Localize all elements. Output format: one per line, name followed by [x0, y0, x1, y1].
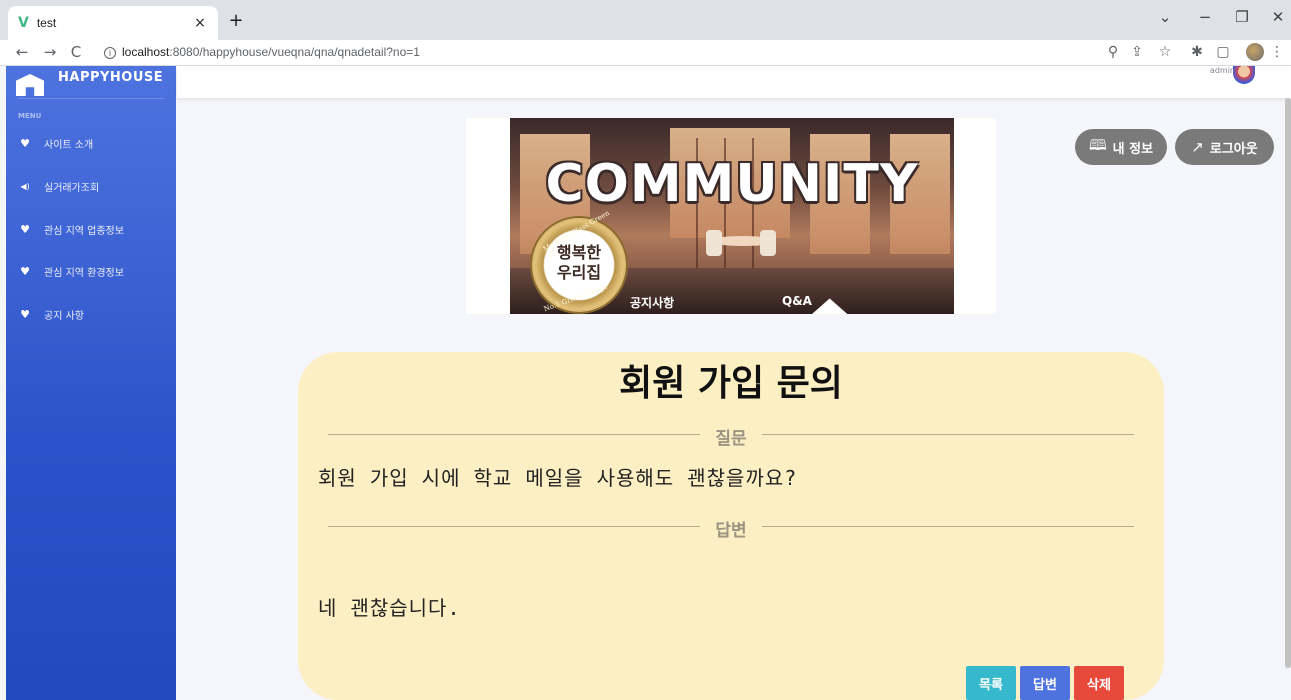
- sidebar-divider: [18, 98, 164, 99]
- sidebar-item-label: 사이트 소개: [44, 140, 94, 151]
- question-divider: 질문: [328, 424, 1134, 449]
- sidebar: HAPPYHOUSE MENU ♥ 사이트 소개 ◀) 실거래가조회 ♥ 관심 …: [6, 66, 176, 700]
- tab-close-icon[interactable]: ×: [192, 15, 208, 31]
- heart-icon: ♥: [20, 308, 30, 321]
- community-banner: COMMUNITY My First Class Green Village 행…: [466, 118, 996, 314]
- url-field[interactable]: i localhost:8080/happyhouse/vueqna/qna/qn…: [104, 45, 420, 59]
- browser-tab[interactable]: V test ×: [8, 6, 218, 40]
- divider-line: [762, 526, 1134, 527]
- back-button[interactable]: ←: [12, 43, 32, 61]
- top-navbar: admin: [177, 66, 1291, 98]
- new-tab-button[interactable]: +: [226, 10, 246, 31]
- divider-line: [762, 434, 1134, 435]
- banner-image: COMMUNITY My First Class Green Village 행…: [510, 118, 954, 314]
- sidebar-item-notice[interactable]: ♥ 공지 사항: [18, 307, 84, 322]
- browser-menu-icon[interactable]: ⋮: [1268, 44, 1286, 60]
- restore-button[interactable]: ❐: [1232, 8, 1252, 26]
- heart-icon: ♥: [20, 223, 30, 236]
- my-info-button[interactable]: 🕮 내 정보: [1075, 129, 1167, 165]
- site-info-icon[interactable]: i: [104, 47, 116, 59]
- answer-text: 네 괜찮습니다.: [318, 596, 461, 620]
- list-button[interactable]: 목록: [966, 666, 1016, 700]
- address-bar: ← → C i localhost:8080/happyhouse/vueqna/…: [0, 40, 1291, 66]
- logout-label: 로그아웃: [1209, 141, 1258, 157]
- sidebar-item-label: 관심 지역 환경정보: [44, 268, 124, 279]
- banner-title: COMMUNITY: [545, 154, 919, 214]
- url-path: :8080/happyhouse/vueqna/qna/qnadetail?no…: [169, 45, 420, 59]
- speaker-icon: ◀): [20, 182, 30, 191]
- sidebar-item-label: 공지 사항: [44, 311, 84, 322]
- sidebar-heading: MENU: [18, 112, 42, 120]
- page-scrollbar[interactable]: [1285, 98, 1291, 668]
- user-name[interactable]: admin: [1210, 66, 1235, 75]
- question-label: 질문: [715, 429, 747, 449]
- extensions-icon[interactable]: ✱: [1188, 44, 1206, 60]
- answer-button[interactable]: 답변: [1020, 666, 1070, 700]
- profile-avatar[interactable]: [1246, 43, 1264, 61]
- delete-button[interactable]: 삭제: [1074, 666, 1124, 700]
- minimize-button[interactable]: −: [1195, 8, 1215, 26]
- zoom-icon[interactable]: ⚲: [1104, 44, 1122, 60]
- answer-label: 답변: [715, 521, 747, 541]
- answer-divider: 답변: [328, 516, 1134, 541]
- close-window-button[interactable]: ✕: [1268, 8, 1288, 26]
- sidebar-item-label: 관심 지역 업종정보: [44, 226, 124, 237]
- brand-name: HAPPYHOUSE: [58, 69, 164, 85]
- sidebar-item-business-info[interactable]: ♥ 관심 지역 업종정보: [18, 222, 124, 237]
- reload-button[interactable]: C: [66, 43, 86, 61]
- arrow-up-right-icon: ↗: [1191, 138, 1204, 156]
- seal-line-2: 우리집: [556, 263, 602, 282]
- banner-nav-notice[interactable]: 공지사항: [630, 294, 674, 311]
- book-icon: 🕮: [1088, 135, 1107, 154]
- sidebar-item-real-price[interactable]: ◀) 실거래가조회: [18, 179, 99, 194]
- heart-icon: ♥: [20, 137, 30, 150]
- brand-link[interactable]: HAPPYHOUSE: [16, 66, 163, 98]
- vue-favicon-icon: V: [18, 15, 29, 31]
- logout-button[interactable]: ↗ 로그아웃: [1175, 129, 1274, 165]
- sidebar-item-label: 실거래가조회: [44, 183, 100, 194]
- user-avatar[interactable]: [1233, 66, 1255, 84]
- bookmark-star-icon[interactable]: ☆: [1156, 44, 1174, 60]
- qna-title: 회원 가입 문의: [619, 363, 843, 404]
- my-info-label: 내 정보: [1112, 141, 1154, 157]
- banner-chair: [706, 230, 722, 256]
- browser-tab-bar: V test × + ⌄ − ❐ ✕: [0, 0, 1291, 40]
- question-text: 회원 가입 시에 학교 메일을 사용해도 괜찮을까요?: [318, 466, 798, 490]
- tab-search-icon[interactable]: ⌄: [1155, 8, 1175, 26]
- sidebar-item-environment-info[interactable]: ♥ 관심 지역 환경정보: [18, 264, 124, 279]
- side-panel-icon[interactable]: ▢: [1214, 44, 1232, 60]
- url-host: localhost: [122, 45, 170, 59]
- sidebar-item-site-intro[interactable]: ♥ 사이트 소개: [18, 136, 93, 151]
- house-icon: [16, 68, 44, 96]
- seal-line-1: 행복한: [556, 243, 602, 262]
- tab-title: test: [36, 16, 57, 30]
- banner-nav-qna[interactable]: Q&A: [782, 294, 812, 308]
- happy-house-seal: My First Class Green Village 행복한 우리집 No.…: [532, 209, 626, 313]
- share-icon[interactable]: ⇪: [1128, 44, 1146, 60]
- forward-button[interactable]: →: [40, 43, 60, 61]
- banner-chair: [760, 230, 776, 256]
- qna-detail-card: 회원 가입 문의 질문 회원 가입 시에 학교 메일을 사용해도 괜찮을까요? …: [298, 352, 1164, 700]
- heart-icon: ♥: [20, 265, 30, 278]
